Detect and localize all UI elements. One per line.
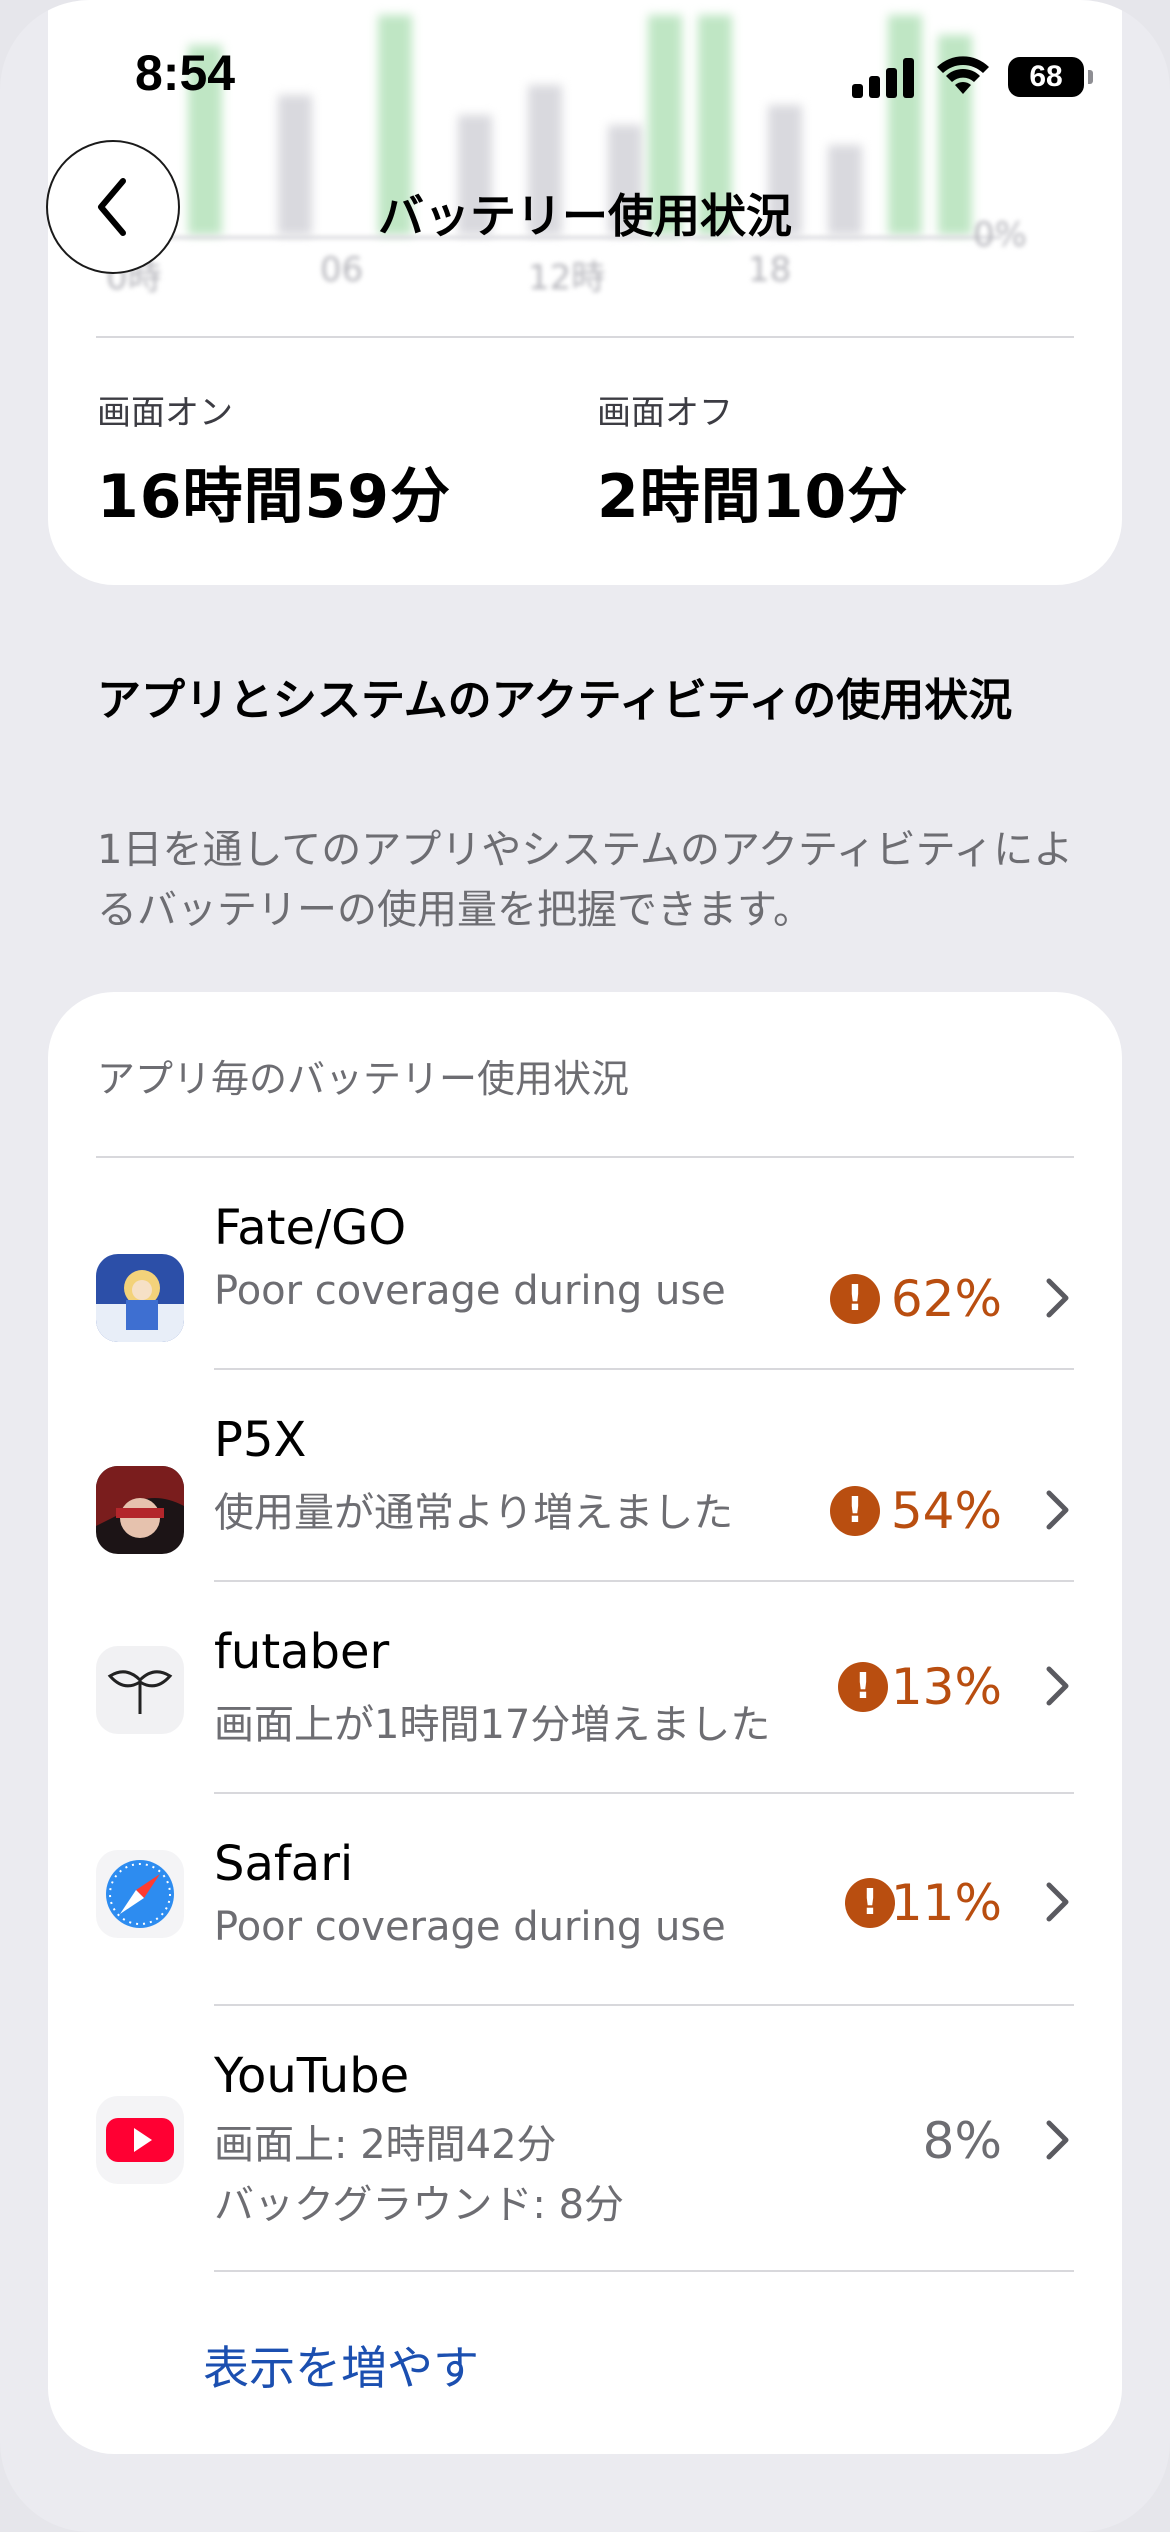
divider xyxy=(96,336,1074,338)
app-subtitle: Poor coverage during use xyxy=(214,1904,726,1950)
warning-icon: ! xyxy=(830,1486,880,1536)
app-subtitle: 画面上が1時間17分増えました xyxy=(214,1702,771,1748)
chart-tick-12: 12時 xyxy=(528,258,606,298)
app-row-youtube[interactable]: YouTube 画面上: 2時間42分 バックグラウンド: 8分 8% xyxy=(48,2004,1122,2270)
fate-go-app-icon xyxy=(96,1254,184,1342)
app-percent: 11% xyxy=(890,1874,1002,1932)
chevron-right-icon xyxy=(1046,1666,1069,1706)
screen-off-value: 2時間10分 xyxy=(597,462,909,532)
app-name: YouTube xyxy=(214,2048,410,2104)
app-usage-card: アプリ毎のバッテリー使用状況 Fate/GO Poor coverage dur… xyxy=(48,992,1122,2454)
app-subtitle: 使用量が通常より増えました xyxy=(214,1490,734,1536)
chevron-right-icon xyxy=(1046,1278,1069,1318)
youtube-app-icon xyxy=(96,2096,184,2184)
screen-off-stat: 画面オフ 2時間10分 xyxy=(597,385,908,535)
app-percent: 62% xyxy=(890,1270,1002,1328)
divider xyxy=(214,2270,1074,2272)
app-name: Safari xyxy=(214,1836,354,1892)
chevron-right-icon xyxy=(1046,2120,1069,2160)
app-name: futaber xyxy=(214,1624,390,1680)
screen-off-label: 画面オフ xyxy=(597,393,733,433)
warning-icon: ! xyxy=(845,1878,895,1928)
app-percent: 13% xyxy=(890,1658,1002,1716)
battery-usage-screen: 0時 06 12時 18 0% 8:54 68 バッテリー使用状況 画面オン 1… xyxy=(0,0,1170,2532)
status-time: 8:54 xyxy=(135,45,236,101)
activity-section-description: 1日を通してのアプリやシステムのアクティビティによるバッテリーの使用量を把握でき… xyxy=(97,827,1074,933)
app-row-fate-go[interactable]: Fate/GO Poor coverage during use ! 62% xyxy=(48,1156,1122,1368)
screen-time-card: 画面オン 16時間59分 画面オフ 2時間10分 xyxy=(48,330,1122,585)
chart-tick-18: 18 xyxy=(748,250,792,290)
app-row-safari[interactable]: Safari Poor coverage during use ! 11% xyxy=(48,1792,1122,2004)
app-row-futaber[interactable]: futaber 画面上が1時間17分増えました ! 13% xyxy=(48,1580,1122,1792)
page-title: バッテリー使用状況 xyxy=(378,189,792,243)
wifi-icon xyxy=(937,56,989,94)
app-row-p5x[interactable]: P5X 使用量が通常より増えました ! 54% xyxy=(48,1368,1122,1580)
warning-icon: ! xyxy=(830,1274,880,1324)
chart-tick-06: 06 xyxy=(320,250,364,290)
cellular-signal-icon xyxy=(852,58,916,98)
app-name: Fate/GO xyxy=(214,1200,407,1256)
warning-icon: ! xyxy=(838,1662,888,1712)
app-percent: 54% xyxy=(890,1482,1002,1540)
screen-on-label: 画面オン xyxy=(97,393,233,433)
chevron-right-icon xyxy=(1046,1490,1069,1530)
activity-section-title: アプリとシステムのアクティビティの使用状況 xyxy=(97,675,1013,726)
app-subtitle: Poor coverage during use xyxy=(214,1268,726,1314)
app-list-header: アプリ毎のバッテリー使用状況 xyxy=(97,1057,630,1101)
status-bar: 8:54 68 xyxy=(0,0,1170,150)
battery-icon: 68 xyxy=(1008,57,1093,97)
screen-on-value: 16時間59分 xyxy=(97,462,451,532)
show-more-link[interactable]: 表示を増やす xyxy=(203,2332,479,2398)
screen-on-stat: 画面オン 16時間59分 xyxy=(97,385,451,535)
app-name: P5X xyxy=(214,1412,307,1468)
futaber-app-icon xyxy=(96,1646,184,1734)
app-subtitle: 画面上: 2時間42分 xyxy=(214,2122,557,2168)
p5x-app-icon xyxy=(96,1466,184,1554)
chevron-right-icon xyxy=(1046,1882,1069,1922)
app-percent: 8% xyxy=(922,2112,1002,2170)
app-subtitle-background: バックグラウンド: 8分 xyxy=(214,2182,625,2228)
safari-app-icon xyxy=(96,1850,184,1938)
